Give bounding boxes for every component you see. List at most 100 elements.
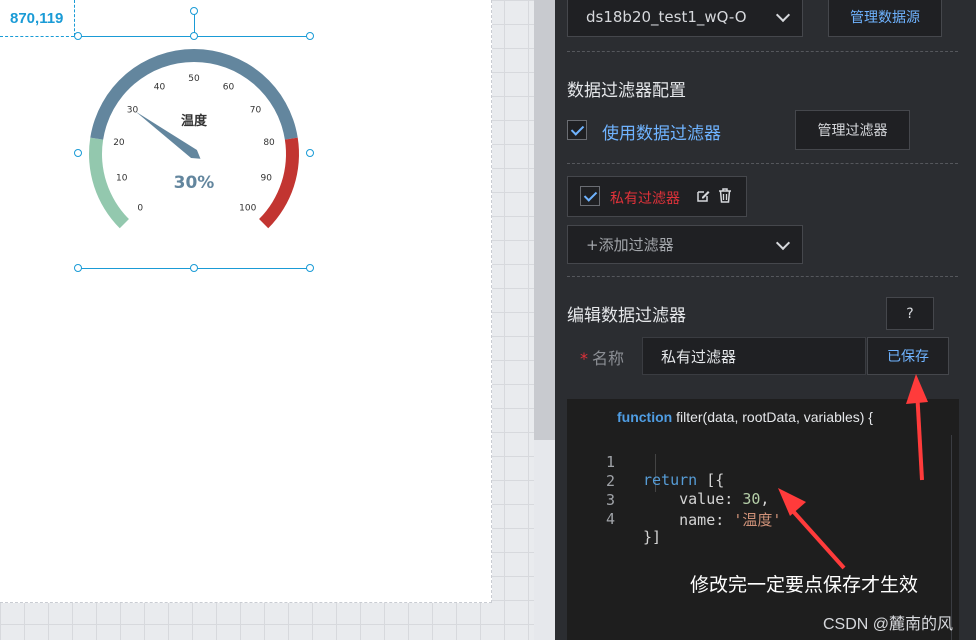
gauge-tick xyxy=(107,179,115,183)
temperature-gauge[interactable]: 0 10 20 30 40 50 60 70 80 90 100 温度 30% xyxy=(78,38,310,268)
use-filter-checkbox[interactable] xyxy=(567,120,587,140)
watermark: CSDN @麓南的风 xyxy=(823,616,954,633)
gauge-tick xyxy=(131,87,135,91)
code-line-text: value: 30, xyxy=(643,490,770,508)
code-line-text: return [{ xyxy=(643,471,725,489)
private-filter-name: 私有过滤器 xyxy=(610,191,680,207)
gauge-tick xyxy=(123,209,127,213)
code-line: 1 return [{ xyxy=(567,435,724,489)
section-divider xyxy=(567,276,958,277)
gauge-tick xyxy=(231,72,236,80)
gauge-tick xyxy=(273,114,277,117)
gauge-tick-label: 80 xyxy=(263,138,275,148)
coordinate-guide-horizontal xyxy=(0,36,74,37)
arrow-to-save-icon xyxy=(915,389,924,481)
arrow-to-code-icon xyxy=(790,508,846,570)
edit-icon[interactable] xyxy=(696,189,710,203)
gauge-tick xyxy=(115,107,119,110)
gauge-tick xyxy=(270,195,274,199)
gauge-tick xyxy=(110,188,114,191)
name-label: * 名称 xyxy=(580,345,624,369)
private-filter-checkbox[interactable] xyxy=(580,186,600,206)
gauge-tick-label: 30 xyxy=(127,105,139,115)
chevron-down-icon xyxy=(775,235,791,250)
chevron-down-icon xyxy=(775,7,791,23)
line-number: 4 xyxy=(605,510,615,528)
edit-filter-title: 编辑数据过滤器 xyxy=(567,306,686,326)
gauge-tick xyxy=(225,69,228,73)
section-divider xyxy=(567,51,958,52)
coordinate-guide-vertical xyxy=(74,0,75,36)
gauge-tick xyxy=(253,213,259,219)
gauge-tick xyxy=(259,93,263,97)
gauge-tick xyxy=(120,100,127,106)
annotation-arrows xyxy=(778,374,928,570)
gauge-tick xyxy=(129,213,135,219)
gauge-tick xyxy=(253,87,257,91)
gauge-tick xyxy=(114,195,118,199)
gauge-tick xyxy=(105,130,109,133)
gauge-tick-label: 100 xyxy=(239,204,256,214)
gauge-tick xyxy=(247,81,251,85)
gauge-tick xyxy=(118,203,122,206)
arrow-head-icon xyxy=(778,488,806,516)
gauge-tick xyxy=(266,203,270,206)
canvas-scrollbar[interactable] xyxy=(534,0,555,440)
private-filter-tag[interactable]: 私有过滤器 xyxy=(567,176,747,217)
name-label-text: 名称 xyxy=(592,349,625,368)
manage-filter-button[interactable]: 管理过滤器 xyxy=(795,110,910,150)
gauge-tick xyxy=(209,64,212,68)
function-keyword: function xyxy=(617,409,673,425)
gauge-tick-label: 0 xyxy=(137,204,143,214)
gauge-tick xyxy=(276,139,284,142)
gauge-tick xyxy=(111,114,115,117)
required-mark: * xyxy=(580,349,588,368)
gauge-tick xyxy=(105,172,109,175)
rotate-handle[interactable] xyxy=(190,7,198,15)
gauge-tick xyxy=(269,107,273,110)
datasource-select[interactable]: ds18b20_test1_wQ-O xyxy=(567,0,803,37)
gauge-tick xyxy=(279,130,283,133)
arrow-head-icon xyxy=(906,374,928,404)
gauge-tick xyxy=(274,188,278,191)
use-filter-label[interactable]: 使用数据过滤器 xyxy=(602,119,721,144)
gauge-tick xyxy=(218,66,220,70)
gauge-tick-label: 90 xyxy=(261,173,273,183)
code-line: 4 }] xyxy=(567,492,661,546)
gauge-tick-label: 10 xyxy=(116,173,128,183)
add-filter-placeholder: +添加过滤器 xyxy=(586,236,674,254)
gauge-tick xyxy=(137,81,141,85)
gauge-tick xyxy=(279,172,283,175)
gauge-tick xyxy=(152,72,157,80)
code-line-text: }] xyxy=(643,528,662,546)
section-divider xyxy=(567,163,958,164)
gauge-tick-label: 20 xyxy=(113,138,125,148)
help-button[interactable]: ? xyxy=(886,297,934,330)
gauge-tick xyxy=(261,100,268,106)
manage-datasource-button[interactable]: 管理数据源 xyxy=(828,0,942,37)
gauge-tick xyxy=(125,93,129,97)
gauge-tick xyxy=(144,76,148,80)
add-filter-select[interactable]: +添加过滤器 xyxy=(567,225,803,264)
gauge-tick-label: 50 xyxy=(188,74,200,84)
gauge-tick xyxy=(176,64,179,68)
code-line: 3 name: '温度' xyxy=(567,473,781,529)
gauge-tick xyxy=(240,76,244,80)
gauge-tick xyxy=(261,209,265,213)
gauge-tick xyxy=(168,66,170,70)
filter-config-title: 数据过滤器配置 xyxy=(567,81,686,101)
gauge-tick-label: 40 xyxy=(154,82,166,92)
position-readout: 870,119 xyxy=(10,10,64,27)
datasource-select-value: ds18b20_test1_wQ-O xyxy=(586,8,747,26)
gauge-tick-label: 60 xyxy=(223,82,235,92)
delete-icon[interactable] xyxy=(718,188,732,203)
gauge-tick xyxy=(160,69,163,73)
gauge-tick xyxy=(273,179,281,183)
gauge-tick xyxy=(108,122,112,125)
code-line: 2 value: 30, xyxy=(567,454,769,508)
gauge-tick-label: 70 xyxy=(250,105,262,115)
gauge-tick xyxy=(276,122,280,125)
gauge-title: 温度 xyxy=(181,113,208,129)
gauge-value: 30% xyxy=(174,173,215,193)
gauge-tick xyxy=(104,139,112,142)
